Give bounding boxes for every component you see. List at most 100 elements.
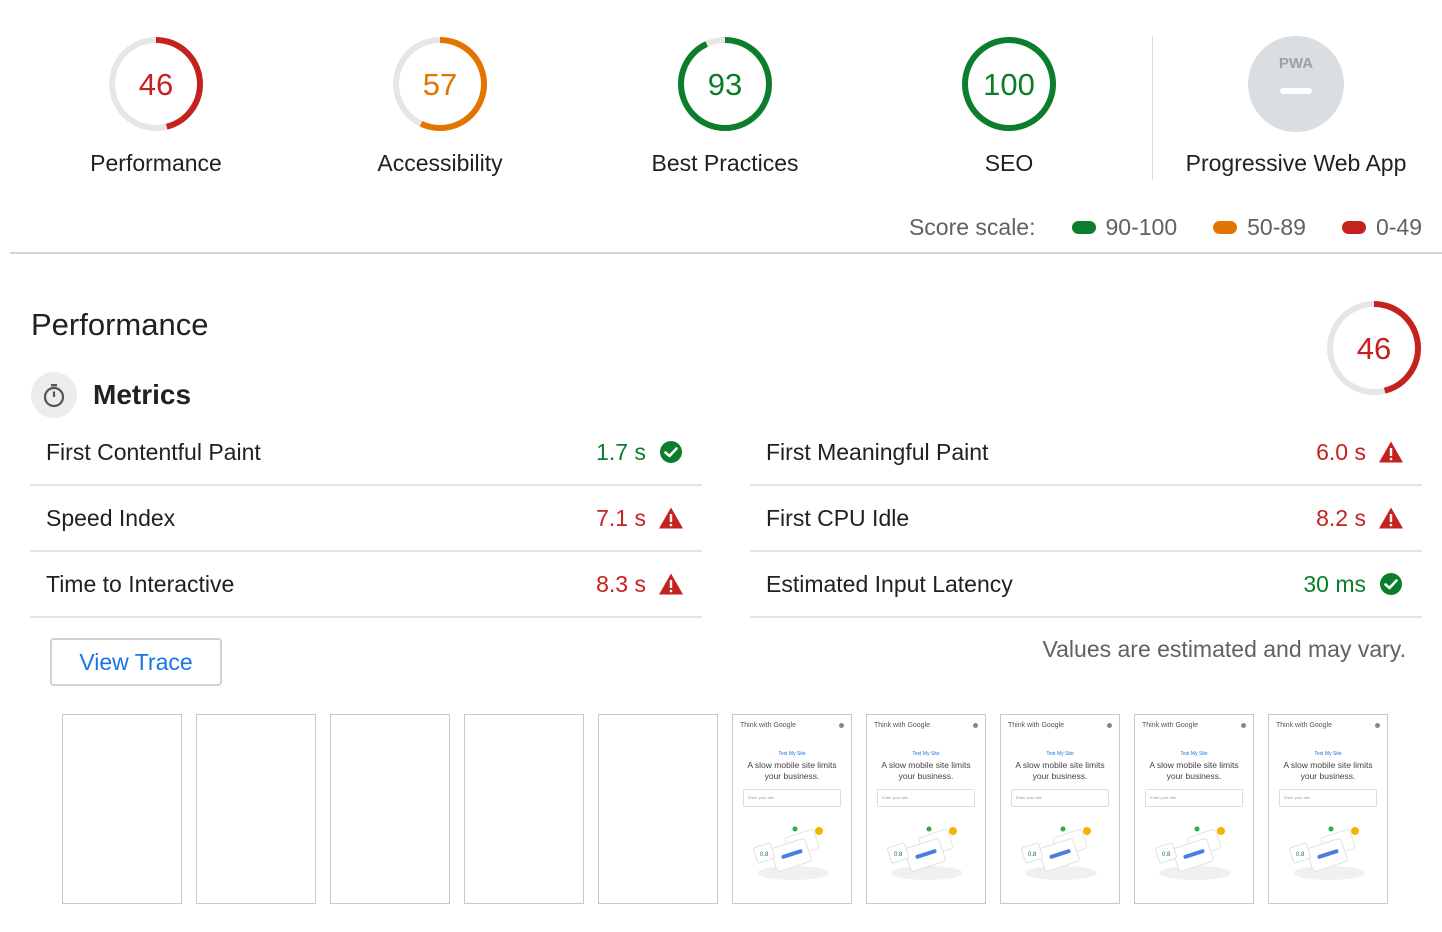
metric-name: Time to Interactive bbox=[46, 570, 235, 597]
frame-screenshot: Think with Google Test My Site A slow mobi… bbox=[1269, 715, 1387, 903]
metric-name: Speed Index bbox=[46, 504, 176, 531]
score-scale-title: Score scale: bbox=[908, 214, 1036, 240]
scores-summary: 46 Performance 57 Accessibility 93 Best Pract… bbox=[0, 0, 1442, 254]
frame-kicker: Test My Site bbox=[1180, 751, 1208, 757]
frame-illustration: 0.8 bbox=[886, 826, 963, 880]
frame-badge: 0.8 bbox=[1296, 852, 1305, 858]
score-scale-item-pass: 90-100 bbox=[1071, 214, 1177, 241]
gauge-accessibility[interactable]: 57 Accessibility bbox=[320, 36, 560, 177]
gauge-score-performance: 46 bbox=[139, 67, 173, 102]
frame-headline: A slow mobile site limits your business. bbox=[747, 760, 837, 781]
pwa-badge-text: PWA bbox=[1279, 55, 1313, 72]
filmstrip-frame: Think with Google Test My Site A slow mobi… bbox=[732, 714, 852, 904]
metric-value: 8.2 s bbox=[1316, 504, 1366, 531]
metric-name: Estimated Input Latency bbox=[766, 570, 1013, 597]
frame-brand: Think with Google bbox=[1008, 722, 1065, 729]
frame-illustration: 0.8 bbox=[1154, 826, 1231, 880]
gauge-ring-best-practices: 93 bbox=[678, 37, 772, 131]
metric-name: First Contentful Paint bbox=[46, 438, 261, 465]
gauge-score-best-practices: 93 bbox=[708, 67, 742, 102]
frame-brand: Think with Google bbox=[740, 722, 797, 729]
score-scale-item-average: 50-89 bbox=[1213, 214, 1306, 241]
frame-input-placeholder: Enter your site bbox=[748, 795, 774, 800]
gauge-label-seo: SEO bbox=[984, 150, 1034, 176]
frame-menu-icon bbox=[1375, 723, 1380, 728]
score-scale-item-fail: 0-49 bbox=[1341, 214, 1422, 241]
frame-input: Enter your site bbox=[877, 789, 975, 807]
performance-score-text: 46 bbox=[1357, 331, 1391, 366]
frame-input-placeholder: Enter your site bbox=[1284, 795, 1310, 800]
warning-triangle-icon bbox=[658, 571, 684, 597]
metric-first-cpu-idle: First CPU Idle 8.2 s bbox=[750, 486, 1422, 552]
gauge-label-best-practices: Best Practices bbox=[651, 150, 799, 176]
metrics-column-right: First Meaningful Paint 6.0 s First CPU Idl… bbox=[750, 420, 1422, 618]
gauge-label-performance: Performance bbox=[90, 150, 222, 176]
frame-headline: A slow mobile site limits your business. bbox=[1283, 760, 1373, 781]
filmstrip-frame: Think with Google Test My Site A slow mobi… bbox=[1000, 714, 1120, 904]
frame-input: Enter your site bbox=[743, 789, 841, 807]
filmstrip-frame: Think with Google Test My Site A slow mobi… bbox=[1134, 714, 1254, 904]
frame-illustration: 0.8 bbox=[752, 826, 829, 880]
metric-name: First Meaningful Paint bbox=[766, 438, 989, 465]
frame-input: Enter your site bbox=[1011, 789, 1109, 807]
frame-brand: Think with Google bbox=[1276, 722, 1333, 729]
filmstrip-frame bbox=[62, 714, 182, 904]
check-circle-icon bbox=[658, 439, 684, 465]
frame-menu-icon bbox=[1241, 723, 1246, 728]
filmstrip-frame: Think with Google Test My Site A slow mobi… bbox=[1268, 714, 1388, 904]
metrics-title: Metrics bbox=[93, 379, 192, 410]
frame-headline: A slow mobile site limits your business. bbox=[1149, 760, 1239, 781]
frame-screenshot: Think with Google Test My Site A slow mobi… bbox=[867, 715, 985, 903]
warning-triangle-icon bbox=[1378, 439, 1404, 465]
metric-value: 7.1 s bbox=[596, 504, 646, 531]
performance-score-gauge: 46 bbox=[1327, 301, 1421, 395]
filmstrip-frame bbox=[196, 714, 316, 904]
warning-triangle-icon bbox=[1378, 505, 1404, 531]
gauge-score-seo: 100 bbox=[983, 67, 1035, 102]
warning-triangle-icon bbox=[658, 505, 684, 531]
filmstrip-frame: Think with Google Test My Site A slow mobi… bbox=[866, 714, 986, 904]
metric-value: 30 ms bbox=[1303, 570, 1366, 597]
frame-input: Enter your site bbox=[1279, 789, 1377, 807]
frame-screenshot: Think with Google Test My Site A slow mobi… bbox=[1135, 715, 1253, 903]
metric-value: 1.7 s bbox=[596, 438, 646, 465]
frame-menu-icon bbox=[1107, 723, 1112, 728]
metric-first-meaningful-paint: First Meaningful Paint 6.0 s bbox=[750, 420, 1422, 486]
frame-input: Enter your site bbox=[1145, 789, 1243, 807]
pwa-badge-icon: PWA bbox=[1248, 36, 1344, 132]
metric-time-to-interactive: Time to Interactive 8.3 s bbox=[30, 552, 702, 618]
score-scale-swatch-fail bbox=[1341, 221, 1366, 234]
gauge-seo[interactable]: 100 SEO bbox=[889, 36, 1129, 177]
frame-illustration: 0.8 bbox=[1020, 826, 1097, 880]
metric-value: 8.3 s bbox=[596, 570, 646, 597]
filmstrip-frame bbox=[598, 714, 718, 904]
frame-illustration: 0.8 bbox=[1288, 826, 1365, 880]
gauge-performance[interactable]: 46 Performance bbox=[36, 36, 276, 177]
metrics-header: Metrics bbox=[31, 372, 191, 418]
metric-speed-index: Speed Index 7.1 s bbox=[30, 486, 702, 552]
summary-divider bbox=[10, 252, 1442, 254]
frame-menu-icon bbox=[839, 723, 844, 728]
frame-headline: A slow mobile site limits your business. bbox=[881, 760, 971, 781]
gauge-pwa[interactable]: PWA Progressive Web App bbox=[1176, 36, 1416, 177]
gauge-ring-seo: 100 bbox=[962, 37, 1056, 131]
frame-kicker: Test My Site bbox=[1046, 751, 1074, 757]
metrics-column-left: First Contentful Paint 1.7 s Speed Index 7.… bbox=[30, 420, 702, 618]
score-scale-swatch-pass bbox=[1071, 221, 1096, 234]
frame-input-placeholder: Enter your site bbox=[882, 795, 908, 800]
frame-screenshot: Think with Google Test My Site A slow mobi… bbox=[1001, 715, 1119, 903]
frame-badge: 0.8 bbox=[760, 852, 769, 858]
score-scale-range: 50-89 bbox=[1247, 214, 1306, 240]
frame-badge: 0.8 bbox=[1028, 852, 1037, 858]
view-trace-button[interactable]: View Trace bbox=[50, 638, 222, 686]
gauge-label-accessibility: Accessibility bbox=[377, 150, 503, 176]
gauge-best-practices[interactable]: 93 Best Practices bbox=[605, 36, 845, 177]
filmstrip-frame bbox=[330, 714, 450, 904]
stopwatch-icon bbox=[31, 372, 77, 418]
score-scale-items: 90-100 50-89 0-49 bbox=[1071, 214, 1422, 241]
gauge-score-accessibility: 57 bbox=[423, 67, 457, 102]
performance-section-title: Performance bbox=[31, 307, 209, 342]
frame-input-placeholder: Enter your site bbox=[1150, 795, 1176, 800]
score-scale-swatch-average bbox=[1213, 221, 1238, 234]
metric-first-contentful-paint: First Contentful Paint 1.7 s bbox=[30, 420, 702, 486]
